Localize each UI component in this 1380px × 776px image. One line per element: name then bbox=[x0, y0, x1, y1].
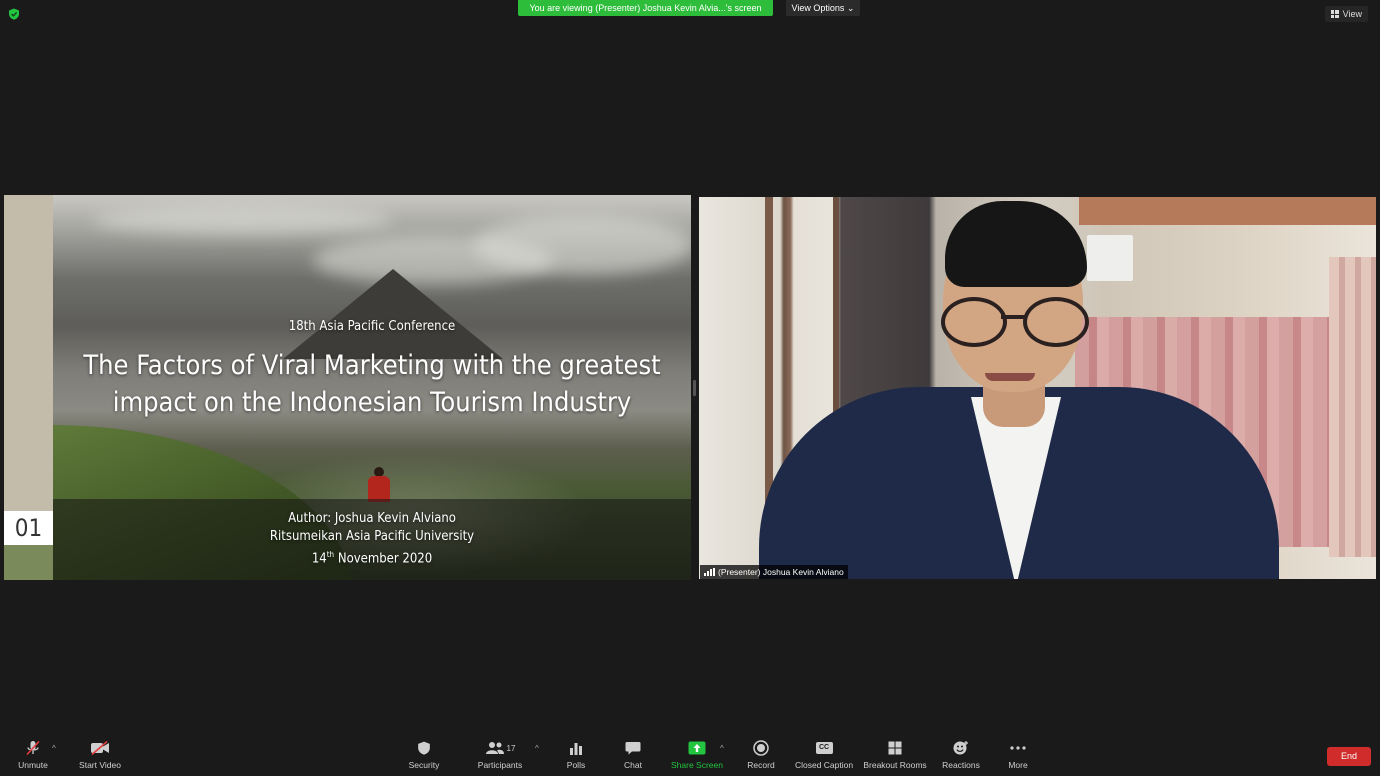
chat-bubble-icon bbox=[625, 738, 641, 758]
reactions-button[interactable]: Reactions bbox=[940, 738, 982, 776]
closed-caption-label: Closed Caption bbox=[794, 760, 854, 770]
participants-count: 17 bbox=[506, 743, 516, 753]
shared-screen-slide: 01 18th Asia Pacific Conference The Fact… bbox=[4, 195, 691, 580]
share-screen-label: Share Screen bbox=[671, 760, 723, 770]
shield-icon bbox=[417, 738, 431, 758]
smiley-icon bbox=[953, 738, 969, 758]
slide-author-block: Author: Joshua Kevin Alviano Ritsumeikan… bbox=[53, 510, 691, 568]
participants-caret-icon[interactable]: ^ bbox=[535, 744, 539, 753]
slide-author: Author: Joshua Kevin Alviano bbox=[288, 511, 456, 526]
more-label: More bbox=[1008, 760, 1028, 770]
audio-options-caret-icon[interactable]: ^ bbox=[52, 744, 56, 753]
volcano-shape bbox=[283, 269, 503, 359]
conference-name: 18th Asia Pacific Conference bbox=[288, 319, 456, 334]
share-screen-button[interactable]: Share Screen bbox=[668, 738, 726, 776]
slide-title-line1: The Factors of Viral Marketing with the … bbox=[83, 350, 661, 381]
reactions-label: Reactions bbox=[942, 760, 980, 770]
chat-label: Chat bbox=[624, 760, 642, 770]
breakout-rooms-button[interactable]: Breakout Rooms bbox=[862, 738, 928, 776]
slide-university: Ritsumeikan Asia Pacific University bbox=[269, 529, 475, 544]
start-video-label: Start Video bbox=[79, 760, 121, 770]
chevron-down-icon: ⌄ bbox=[846, 3, 855, 13]
slide-title-line2: impact on the Indonesian Tourism Industr… bbox=[112, 387, 632, 418]
grid-icon bbox=[1330, 10, 1339, 18]
participant-name-tag: (Presenter) Joshua Kevin Alviano bbox=[700, 565, 848, 579]
participant-name: (Presenter) Joshua Kevin Alviano bbox=[718, 567, 844, 577]
slide-title: The Factors of Viral Marketing with the … bbox=[53, 347, 691, 421]
bar-chart-icon bbox=[569, 738, 583, 758]
video-off-icon bbox=[90, 738, 110, 758]
share-options-caret-icon[interactable]: ^ bbox=[720, 744, 724, 753]
record-icon bbox=[753, 738, 769, 758]
signal-bars-icon bbox=[704, 568, 715, 576]
split-view-divider-handle[interactable] bbox=[693, 380, 696, 396]
security-button[interactable]: Security bbox=[404, 738, 444, 776]
polls-button[interactable]: Polls bbox=[556, 738, 596, 776]
participants-icon: 17 bbox=[485, 738, 516, 758]
air-conditioner-shape bbox=[1087, 235, 1133, 281]
more-button[interactable]: More bbox=[998, 738, 1038, 776]
view-options-button[interactable]: View Options ⌄ bbox=[786, 0, 860, 16]
view-label: View bbox=[1342, 9, 1362, 19]
security-shield-icon bbox=[9, 8, 19, 20]
closed-caption-icon: CC bbox=[815, 738, 833, 758]
viewing-screen-banner: You are viewing (Presenter) Joshua Kevin… bbox=[518, 0, 773, 16]
slide-date: 14th November 2020 bbox=[311, 550, 433, 567]
security-label: Security bbox=[408, 760, 440, 770]
participants-label: Participants bbox=[477, 760, 523, 770]
end-meeting-button[interactable]: End bbox=[1327, 747, 1371, 766]
chat-button[interactable]: Chat bbox=[613, 738, 653, 776]
slide-side-bar-top bbox=[4, 195, 53, 511]
muted-microphone-icon bbox=[25, 738, 41, 758]
more-dots-icon bbox=[1010, 738, 1026, 758]
start-video-button[interactable]: Start Video bbox=[74, 738, 126, 776]
slide-side-bar-bottom bbox=[4, 545, 53, 580]
view-button[interactable]: View bbox=[1324, 6, 1368, 22]
view-options-label: View Options bbox=[791, 3, 845, 13]
polls-label: Polls bbox=[566, 760, 586, 770]
slide-number: 01 bbox=[4, 511, 53, 545]
record-label: Record bbox=[747, 760, 775, 770]
participants-button[interactable]: 17 Participants bbox=[474, 738, 526, 776]
breakout-rooms-label: Breakout Rooms bbox=[863, 760, 927, 770]
share-screen-icon bbox=[688, 738, 706, 758]
unmute-label: Unmute bbox=[18, 760, 48, 770]
record-button[interactable]: Record bbox=[740, 738, 782, 776]
unmute-button[interactable]: Unmute bbox=[12, 738, 54, 776]
glasses-shape bbox=[941, 297, 1089, 347]
closed-caption-button[interactable]: CC Closed Caption bbox=[792, 738, 856, 776]
presenter-video-feed bbox=[699, 197, 1376, 579]
breakout-rooms-icon bbox=[888, 738, 902, 758]
meeting-toolbar: Unmute ^ Start Video Security 17 Partici… bbox=[0, 738, 1380, 776]
